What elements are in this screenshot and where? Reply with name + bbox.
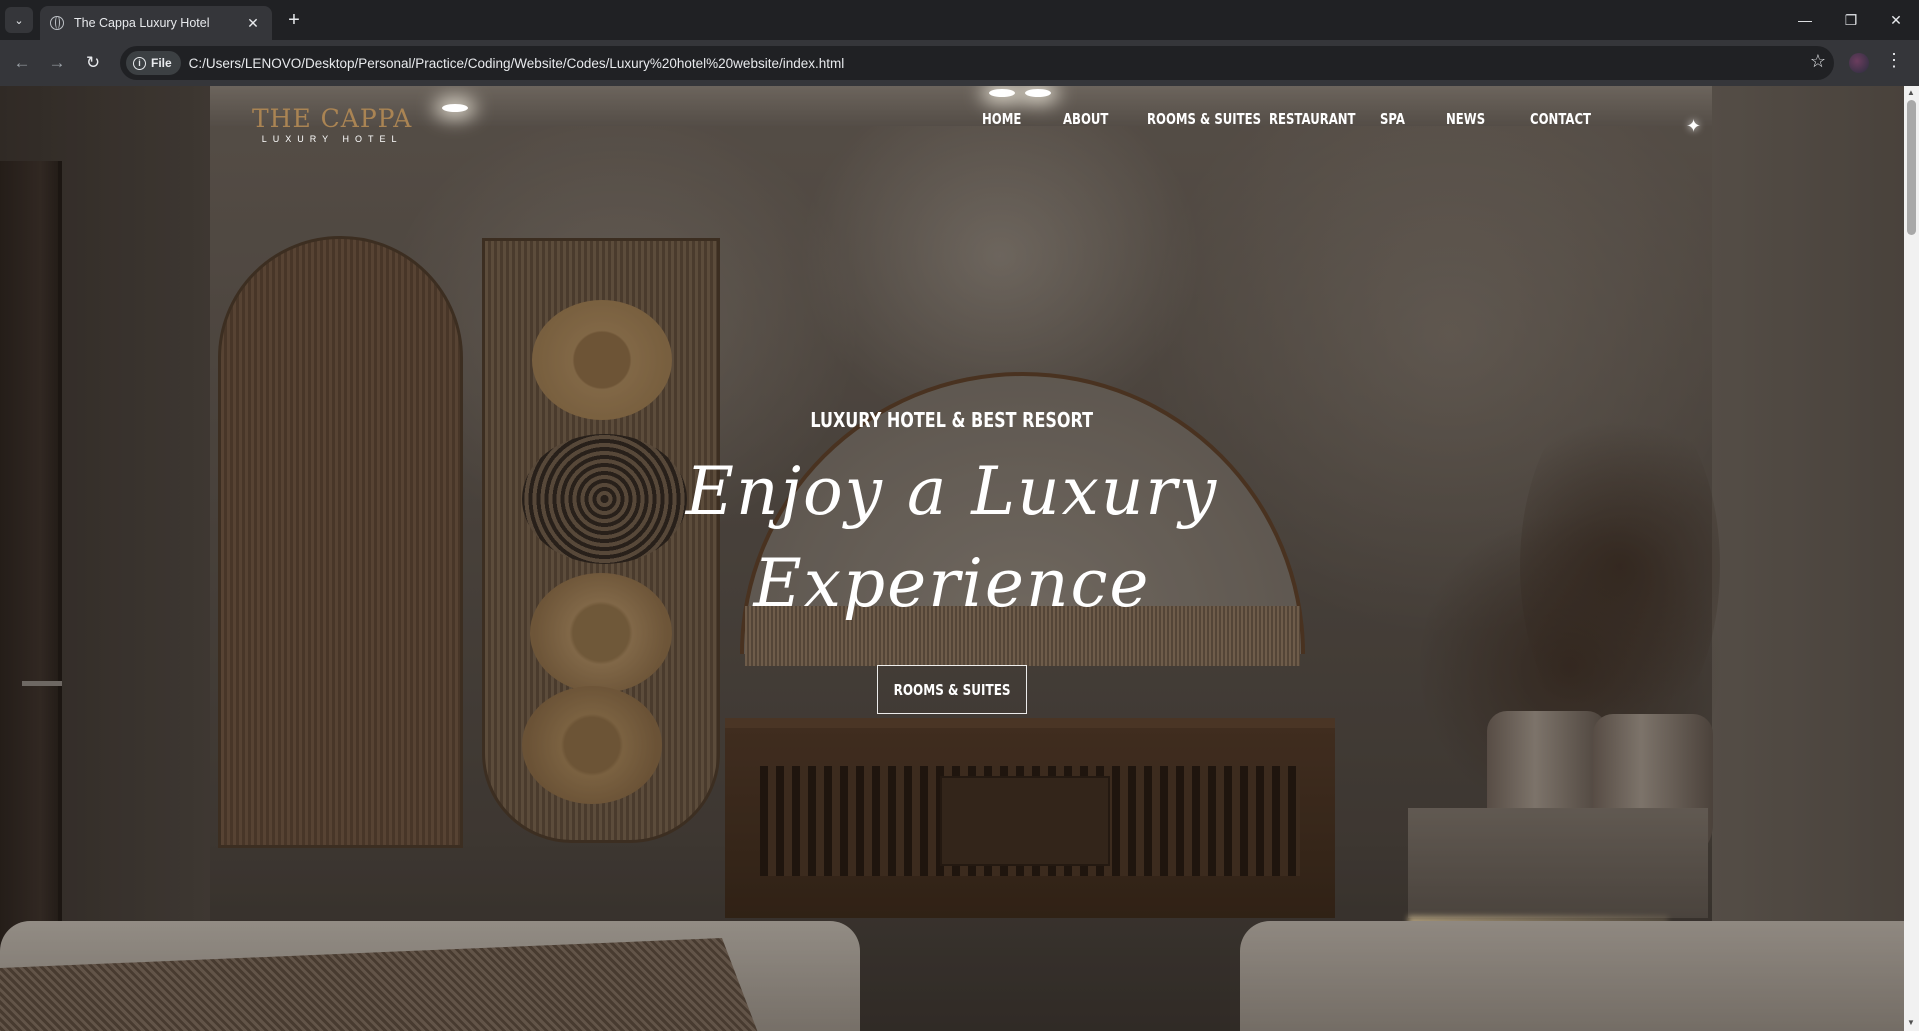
- reload-icon[interactable]: ↻: [79, 49, 107, 77]
- nav-contact[interactable]: CONTACT: [1530, 110, 1591, 128]
- ceiling-lamp: [442, 104, 468, 112]
- ceiling-lamp: [989, 89, 1015, 97]
- address-bar[interactable]: i File C:/Users/LENOVO/Desktop/Personal/…: [120, 46, 1834, 80]
- site-info-chip[interactable]: i File: [126, 51, 181, 75]
- minimize-icon[interactable]: —: [1782, 0, 1828, 40]
- globe-icon: [50, 16, 64, 30]
- back-arrow-icon[interactable]: ←: [8, 49, 36, 77]
- sparkle-icon: ✦: [1686, 116, 1702, 136]
- kebab-icon[interactable]: ⋮: [1885, 50, 1903, 71]
- logo-title: THE CAPPA: [252, 104, 413, 133]
- hero-title-line2: Experience: [753, 545, 1151, 622]
- hero-title: Enjoy a Luxury Experience: [0, 446, 1904, 630]
- chevron-down-icon[interactable]: ⌄: [5, 7, 33, 33]
- nav-restaurant[interactable]: RESTAURANT: [1269, 110, 1356, 128]
- nav-about[interactable]: ABOUT: [1063, 110, 1108, 128]
- main-nav: HOME ABOUT ROOMS & SUITES RESTAURANT SPA…: [982, 110, 1600, 128]
- rooms-suites-button[interactable]: ROOMS & SUITES: [877, 665, 1027, 714]
- browser-tabbar: ⌄ The Cappa Luxury Hotel ✕ + — ❐ ✕: [0, 0, 1919, 40]
- chip-label: File: [151, 56, 172, 70]
- window-close-icon[interactable]: ✕: [1873, 0, 1919, 40]
- page-viewport: THE CAPPA LUXURY HOTEL HOME ABOUT ROOMS …: [0, 86, 1919, 1031]
- hero-section: THE CAPPA LUXURY HOTEL HOME ABOUT ROOMS …: [0, 86, 1904, 1031]
- scroll-thumb[interactable]: [1907, 100, 1916, 235]
- restore-icon[interactable]: ❐: [1828, 0, 1874, 40]
- url-text[interactable]: C:/Users/LENOVO/Desktop/Personal/Practic…: [189, 56, 845, 71]
- extension-icon[interactable]: [1849, 53, 1869, 73]
- nav-spa[interactable]: SPA: [1380, 110, 1407, 128]
- logo-subtitle: LUXURY HOTEL: [261, 134, 403, 144]
- new-tab-button[interactable]: +: [282, 8, 306, 32]
- tab-title: The Cappa Luxury Hotel: [74, 16, 210, 30]
- browser-toolbar: ← → ↻ i File C:/Users/LENOVO/Desktop/Per…: [0, 40, 1919, 86]
- site-logo[interactable]: THE CAPPA LUXURY HOTEL: [252, 104, 412, 144]
- hero-subtitle: LUXURY HOTEL & BEST RESORT: [810, 408, 1094, 432]
- scroll-down-icon[interactable]: ▼: [1907, 1018, 1915, 1027]
- browser-tab[interactable]: The Cappa Luxury Hotel ✕: [40, 6, 272, 40]
- star-icon[interactable]: ☆: [1810, 51, 1826, 72]
- nav-news[interactable]: NEWS: [1446, 110, 1485, 128]
- ceiling-lamp: [1025, 89, 1051, 97]
- info-icon: i: [133, 56, 146, 70]
- nav-rooms-suites[interactable]: ROOMS & SUITES: [1147, 110, 1261, 128]
- scroll-up-icon[interactable]: ▲: [1907, 88, 1915, 97]
- page-scrollbar[interactable]: ▲ ▼: [1904, 86, 1919, 1031]
- close-icon[interactable]: ✕: [244, 14, 262, 32]
- forward-arrow-icon[interactable]: →: [43, 49, 71, 77]
- hero-title-line1: Enjoy a Luxury: [685, 453, 1219, 530]
- nav-home[interactable]: HOME: [982, 110, 1023, 128]
